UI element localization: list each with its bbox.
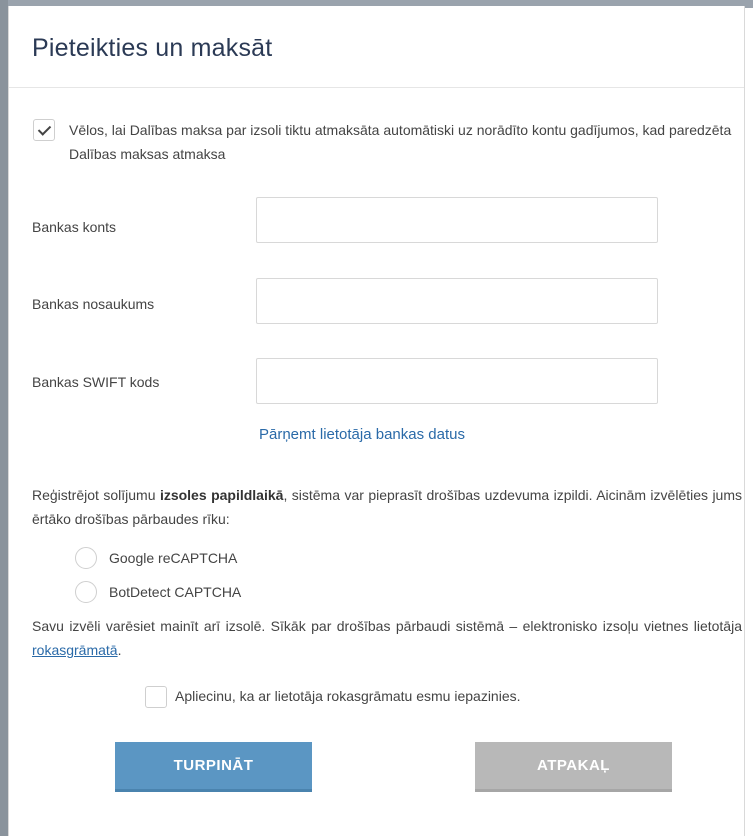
dialog-header: Pieteikties un maksāt [9, 6, 744, 88]
back-button[interactable]: ATPAKAĻ [475, 742, 672, 792]
bank-name-label: Bankas nosaukums [32, 296, 155, 312]
refund-checkbox[interactable] [33, 119, 55, 141]
acknowledge-checkbox-label: Apliecinu, ka ar lietotāja rokasgrāmatu … [175, 688, 521, 704]
security-intro-text: Reģistrējot solījumu izsoles papildlaikā… [32, 483, 742, 531]
botdetect-radio-label: BotDetect CAPTCHA [109, 584, 242, 600]
botdetect-radio[interactable] [75, 581, 97, 603]
bank-account-label: Bankas konts [32, 219, 117, 235]
bank-account-input[interactable] [256, 197, 658, 243]
user-manual-link[interactable]: rokasgrāmatā [32, 642, 118, 658]
copy-user-bank-data-link[interactable]: Pārņemt lietotāja bankas datus [259, 426, 465, 443]
security-note-part2: . [117, 642, 122, 658]
acknowledge-checkbox[interactable] [145, 686, 167, 708]
security-note-text: Savu izvēli varēsiet mainīt arī izsolē. … [32, 614, 742, 662]
security-intro-part1: Reģistrējot solījumu [32, 487, 160, 503]
swift-code-input[interactable] [256, 358, 658, 404]
recaptcha-radio-label: Google reCAPTCHA [109, 550, 238, 566]
continue-button[interactable]: TURPINĀT [115, 742, 312, 792]
security-note-part1: Savu izvēli varēsiet mainīt arī izsolē. … [32, 618, 742, 634]
security-intro-bold: izsoles papildlaikā [159, 487, 284, 503]
dialog-title: Pieteikties un maksāt [32, 34, 273, 62]
recaptcha-radio[interactable] [75, 547, 97, 569]
apply-and-pay-dialog: Pieteikties un maksāt Vēlos, lai Dalības… [8, 6, 745, 836]
backdrop-left-strip [0, 0, 8, 836]
swift-code-label: Bankas SWIFT kods [32, 374, 160, 390]
bank-name-input[interactable] [256, 278, 658, 324]
refund-checkbox-label: Vēlos, lai Dalības maksa par izsoli tikt… [69, 122, 732, 162]
